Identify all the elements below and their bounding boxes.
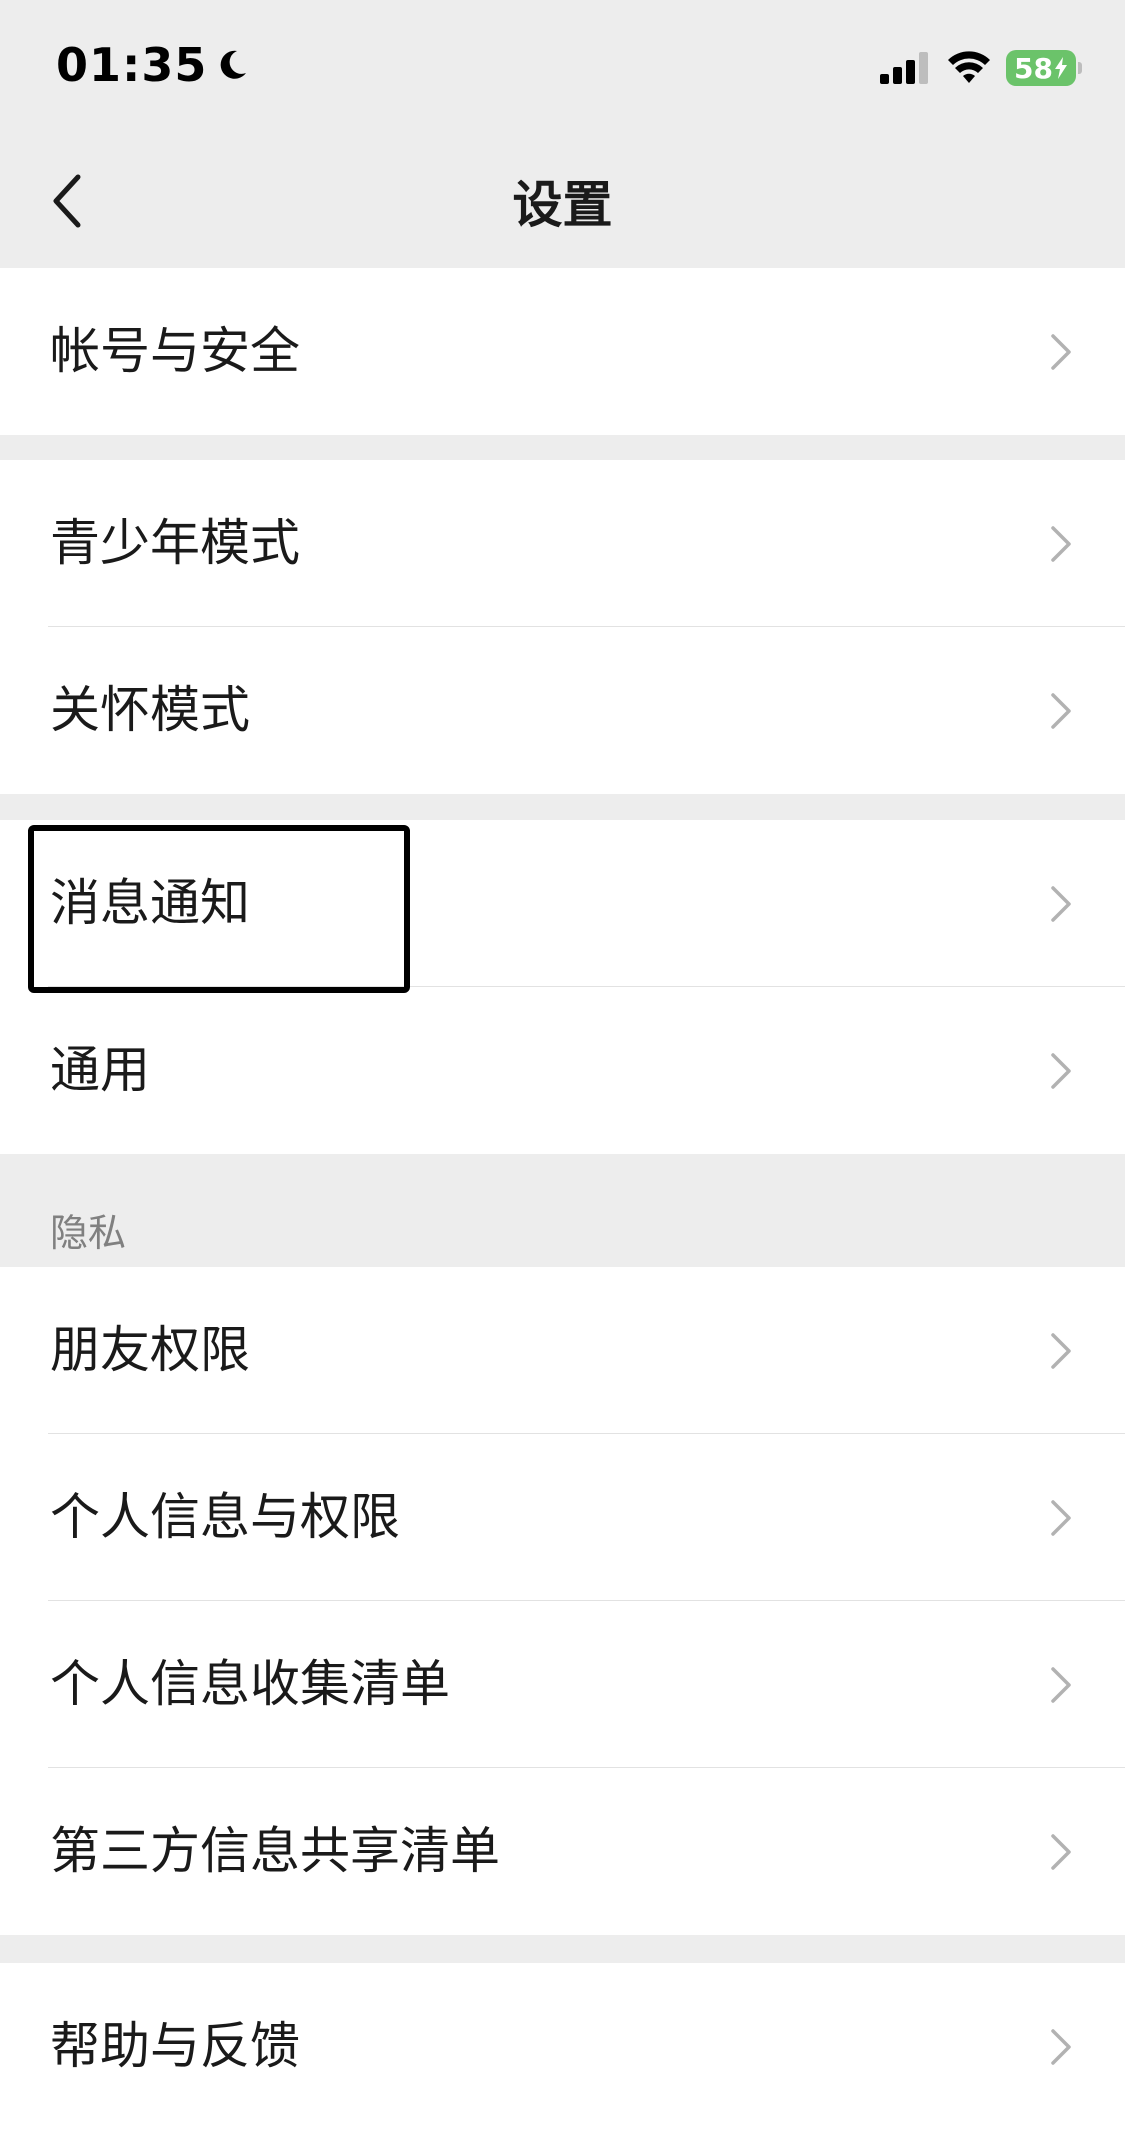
battery-icon: 58 bbox=[1006, 50, 1076, 86]
status-bar: 01:35 58 bbox=[0, 0, 1125, 135]
settings-item-third-party-sharing[interactable]: 第三方信息共享清单 bbox=[0, 1768, 1125, 1935]
settings-item-help-feedback[interactable]: 帮助与反馈 bbox=[0, 1963, 1125, 2130]
settings-item-care-mode[interactable]: 关怀模式 bbox=[0, 627, 1125, 794]
charging-bolt-icon bbox=[1054, 57, 1067, 79]
status-time-text: 01:35 bbox=[56, 38, 208, 92]
chevron-right-icon bbox=[1051, 526, 1071, 562]
settings-group-privacy: 朋友权限 个人信息与权限 个人信息收集清单 第三方信息共享清单 bbox=[0, 1267, 1125, 1935]
settings-item-personal-info-list[interactable]: 个人信息收集清单 bbox=[0, 1601, 1125, 1768]
section-header-privacy: 隐私 bbox=[50, 1211, 127, 1255]
settings-item-label: 个人信息与权限 bbox=[50, 1488, 400, 1546]
settings-item-notifications[interactable]: 消息通知 bbox=[0, 820, 1125, 987]
chevron-right-icon bbox=[1051, 1500, 1071, 1536]
settings-item-general[interactable]: 通用 bbox=[0, 987, 1125, 1154]
wifi-icon bbox=[948, 51, 990, 83]
battery-indicator: 58 bbox=[1006, 50, 1082, 86]
chevron-right-icon bbox=[1051, 1667, 1071, 1703]
settings-group-modes: 青少年模式 关怀模式 bbox=[0, 460, 1125, 794]
cellular-signal-icon bbox=[880, 52, 928, 84]
battery-cap bbox=[1078, 62, 1082, 74]
settings-item-teen-mode[interactable]: 青少年模式 bbox=[0, 460, 1125, 627]
chevron-right-icon bbox=[1051, 693, 1071, 729]
settings-item-label: 帮助与反馈 bbox=[50, 2017, 300, 2075]
settings-item-label: 青少年模式 bbox=[50, 514, 300, 572]
settings-item-label: 帐号与安全 bbox=[50, 322, 300, 380]
settings-item-personal-info-permissions[interactable]: 个人信息与权限 bbox=[0, 1434, 1125, 1601]
settings-item-label: 朋友权限 bbox=[50, 1321, 250, 1379]
status-icons: 58 bbox=[880, 50, 1082, 86]
chevron-right-icon bbox=[1051, 334, 1071, 370]
settings-item-label: 通用 bbox=[50, 1041, 150, 1099]
moon-icon bbox=[221, 50, 247, 79]
navigation-bar: 设置 bbox=[0, 135, 1125, 267]
settings-item-label: 第三方信息共享清单 bbox=[50, 1822, 500, 1880]
chevron-right-icon bbox=[1051, 886, 1071, 922]
chevron-right-icon bbox=[1051, 1053, 1071, 1089]
settings-item-account-security[interactable]: 帐号与安全 bbox=[0, 268, 1125, 435]
chevron-right-icon bbox=[1051, 1834, 1071, 1870]
chevron-right-icon bbox=[1051, 2029, 1071, 2065]
settings-item-friend-permissions[interactable]: 朋友权限 bbox=[0, 1267, 1125, 1434]
chevron-right-icon bbox=[1051, 1333, 1071, 1369]
settings-group-account: 帐号与安全 bbox=[0, 268, 1125, 435]
settings-item-label: 个人信息收集清单 bbox=[50, 1655, 450, 1713]
settings-item-label: 消息通知 bbox=[50, 874, 250, 932]
settings-group-help: 帮助与反馈 bbox=[0, 1963, 1125, 2130]
settings-item-label: 关怀模式 bbox=[50, 681, 250, 739]
page-title: 设置 bbox=[512, 176, 613, 234]
status-time: 01:35 bbox=[56, 38, 249, 92]
settings-group-general: 消息通知 通用 bbox=[0, 820, 1125, 1154]
battery-level: 58 bbox=[1014, 51, 1053, 85]
